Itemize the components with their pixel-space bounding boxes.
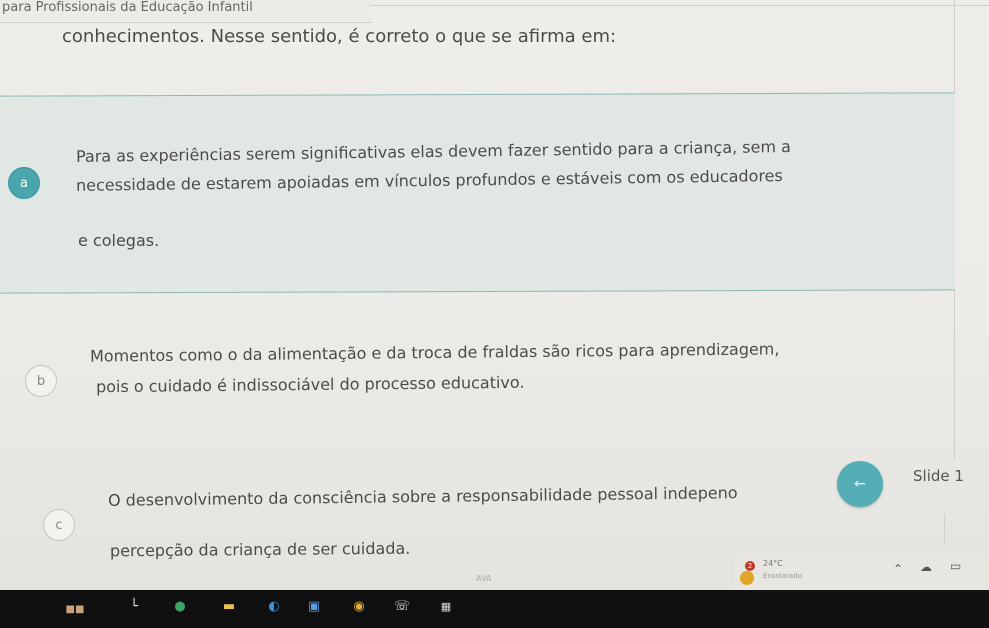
app-icon[interactable]: ● — [171, 597, 189, 615]
notification-badge: 2 — [745, 561, 755, 571]
folder-icon[interactable]: ▬ — [220, 597, 238, 615]
option-a-line-3[interactable]: e colegas. — [78, 229, 159, 252]
weather-sun-icon[interactable] — [740, 571, 754, 585]
question-text: conhecimentos. Nesse sentido, é correto … — [62, 26, 617, 47]
store-icon[interactable]: ▣ — [305, 597, 323, 615]
option-a-badge[interactable]: a — [8, 167, 40, 199]
cloud-icon[interactable]: ☁ — [920, 560, 932, 574]
slide-indicator: Slide 1 — [913, 467, 964, 485]
file-icon[interactable]: └ — [125, 597, 143, 615]
lr-icon[interactable]: ▦ — [437, 597, 455, 615]
quiz-page: para Profissionais da Educação Infantil … — [0, 0, 989, 590]
prev-slide-button[interactable]: ← — [837, 461, 883, 507]
page-title: para Profissionais da Educação Infantil — [0, 0, 372, 23]
option-c-line-2[interactable]: percepção da criança de ser cuidada. — [110, 537, 411, 563]
option-b-line-2[interactable]: pois o cuidado é indissociável do proces… — [96, 371, 525, 399]
ava-label[interactable]: AVA — [476, 574, 491, 583]
option-b-line-1[interactable]: Momentos como o da alimentação e da troc… — [90, 337, 780, 367]
option-c-line-1[interactable]: O desenvolvimento da consciência sobre a… — [108, 481, 738, 512]
option-c-badge[interactable]: c — [43, 509, 75, 541]
taskbar — [0, 590, 989, 628]
start-icon[interactable]: ■■ — [66, 600, 85, 618]
whatsapp-icon[interactable]: ☏ — [393, 597, 411, 615]
top-divider — [370, 5, 989, 6]
content-border-lower — [944, 514, 945, 544]
edge-icon[interactable]: ◐ — [265, 597, 283, 615]
display-icon[interactable]: ▭ — [950, 559, 961, 573]
weather-temperature[interactable]: 24°C — [763, 559, 783, 568]
chrome-icon[interactable]: ◉ — [350, 597, 368, 615]
weather-condition[interactable]: Ensolarado — [763, 572, 802, 580]
chevron-up-icon[interactable]: ⌃ — [893, 562, 903, 576]
option-b-badge[interactable]: b — [25, 365, 57, 397]
arrow-left-icon: ← — [854, 476, 866, 492]
